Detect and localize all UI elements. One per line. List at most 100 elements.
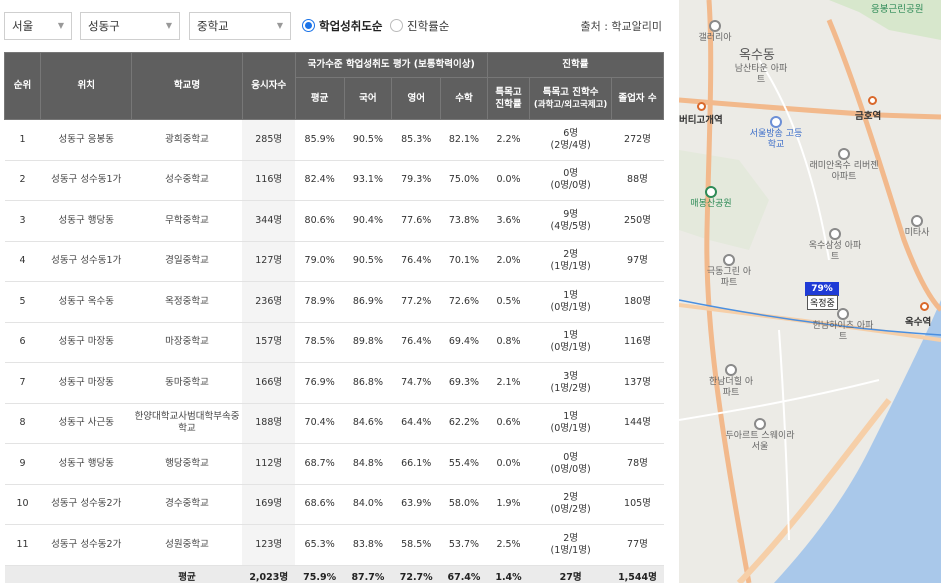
- chevron-down-icon: ▼: [276, 21, 283, 30]
- region-select[interactable]: 서울 ▼: [4, 12, 72, 40]
- location-cell: 성동구 행당동: [40, 443, 132, 485]
- col-rank: 순위: [3, 52, 42, 120]
- table-row[interactable]: 5 성동구 옥수동 옥정중학교 236명 78.9% 86.9% 77.2% 72.6% 0.5…: [4, 281, 664, 323]
- special-count-cell: 9명 (4명/5명): [529, 200, 612, 242]
- map-poi-namsan-town[interactable]: 남산타운 아파트: [731, 64, 791, 86]
- col-school: 학교명: [131, 52, 243, 120]
- math-cell: 75.0%: [440, 160, 488, 201]
- map-label-oksu-dong: 옥수동: [739, 48, 775, 63]
- map-label-beotigogae-station[interactable]: 버티고개역: [679, 112, 723, 126]
- col-special-count: 특목고 진학수 (과학고/외고국제고): [529, 77, 612, 120]
- table-row[interactable]: 6 성동구 마장동 마장중학교 157명 78.5% 89.8% 76.4% 69.4% 0.8…: [4, 322, 664, 363]
- korean-cell: 90.5%: [344, 119, 392, 161]
- english-cell: 76.4%: [391, 322, 441, 363]
- special-rate-cell: 0.0%: [487, 160, 530, 201]
- apartment-icon: [723, 254, 735, 266]
- building-icon: [754, 418, 766, 430]
- chevron-down-icon: ▼: [165, 21, 172, 30]
- table-row[interactable]: 7 성동구 마장동 동마중학교 166명 76.9% 86.8% 74.7% 69.3% 2.1…: [4, 362, 664, 404]
- col-group-achievement: 국가수준 학업성취도 평가 (보통학력이상): [294, 52, 488, 78]
- korean-cell: 86.8%: [344, 362, 392, 404]
- map-poi-oksu-samsung[interactable]: 옥수삼성 아파트: [807, 228, 863, 263]
- map-poi-galleria[interactable]: 갤러리아: [691, 20, 739, 44]
- avg-cell: 70.4%: [295, 403, 345, 444]
- map-label-geumho-station[interactable]: 금호역: [855, 108, 881, 122]
- apartment-icon: [725, 364, 737, 376]
- map-poi-geukdong-green[interactable]: 극동그린 아파트: [703, 254, 755, 289]
- col-special-rate: 특목고 진학률: [486, 77, 531, 120]
- graduates-cell: 97명: [611, 241, 664, 282]
- english-cell: 63.9%: [391, 484, 441, 525]
- map-poi-raemian-oksu[interactable]: 래미안옥수 리버젠아파트: [809, 148, 879, 183]
- location-cell: 성동구 응봉동: [40, 119, 132, 161]
- graduates-cell: 105명: [611, 484, 664, 525]
- korean-cell: 84.8%: [344, 443, 392, 485]
- apartment-icon: [838, 148, 850, 160]
- map-poi-seoul-broadcasting-hs[interactable]: 서울방송 고등학교: [747, 116, 805, 151]
- location-cell: 성동구 성수동2가: [40, 524, 132, 566]
- school-name-cell: 광희중학교: [131, 119, 243, 161]
- table-row[interactable]: 11 성동구 성수동2가 성원중학교 123명 65.3% 83.8% 58.5% 53.7%…: [4, 524, 664, 566]
- location-cell: 성동구 행당동: [40, 200, 132, 242]
- table-row[interactable]: 9 성동구 행당동 행당중학교 112명 68.7% 84.8% 66.1% 55.4% 0.0…: [4, 443, 664, 485]
- special-rate-cell: 0.0%: [487, 443, 530, 485]
- takers-cell: 127명: [242, 241, 296, 282]
- math-cell: 62.2%: [440, 403, 488, 444]
- rank-cell: 10: [4, 484, 41, 525]
- map-poi-maebongsan-park[interactable]: 매봉산공원: [683, 186, 739, 210]
- location-cell: 성동구 성수동2가: [40, 484, 132, 525]
- graduates-cell: 180명: [611, 281, 664, 323]
- rank-cell: 1: [4, 119, 41, 161]
- col-location: 위치: [40, 52, 133, 120]
- school-name-cell: 성원중학교: [131, 524, 243, 566]
- district-select[interactable]: 성동구 ▼: [80, 12, 180, 40]
- school-name-cell: 경일중학교: [131, 241, 243, 282]
- math-cell: 55.4%: [440, 443, 488, 485]
- table-row[interactable]: 4 성동구 성수동1가 경일중학교 127명 79.0% 90.5% 76.4% 70.1% 2…: [4, 241, 664, 282]
- map-poi-hannam-heights[interactable]: 한남하이츠 아파트: [811, 308, 875, 343]
- special-rate-cell: 0.8%: [487, 322, 530, 363]
- english-cell: 76.4%: [391, 241, 441, 282]
- table-row[interactable]: 2 성동구 성수동1가 성수중학교 116명 82.4% 93.1% 79.3% 75.0% 0…: [4, 160, 664, 201]
- map-poi-hannam-the-hill[interactable]: 한남더힐 아파트: [705, 364, 757, 399]
- avg-cell: 65.3%: [295, 524, 345, 566]
- sort-advancement-radio[interactable]: 진학률순: [390, 18, 449, 34]
- avg-cell: 85.9%: [295, 119, 345, 161]
- rank-cell: 3: [4, 200, 41, 242]
- map-poi-two-apart[interactable]: 두아르트 스웨이라 서울: [725, 418, 795, 453]
- special-count-cell: 2명 (1명/1명): [529, 241, 612, 282]
- korean-cell: 84.6%: [344, 403, 392, 444]
- rank-cell: 11: [4, 524, 41, 566]
- special-count-cell: 1명 (0명/1명): [529, 322, 612, 363]
- avg-cell: 82.4%: [295, 160, 345, 201]
- math-cell: 53.7%: [440, 524, 488, 566]
- math-cell: 82.1%: [440, 119, 488, 161]
- special-count-cell: 2명 (0명/2명): [529, 484, 612, 525]
- table-row[interactable]: 1 성동구 응봉동 광희중학교 285명 85.9% 90.5% 85.3% 82.1% 2.2…: [4, 119, 664, 161]
- english-cell: 66.1%: [391, 443, 441, 485]
- special-count-cell: 6명 (2명/4명): [529, 119, 612, 161]
- math-cell: 58.0%: [440, 484, 488, 525]
- col-graduates: 졸업자 수: [610, 77, 665, 120]
- school-map-marker[interactable]: 79% 옥정중: [805, 282, 841, 310]
- subway-station-icon: [868, 96, 877, 105]
- special-count-cell: 2명 (1명/1명): [529, 524, 612, 566]
- sort-achievement-radio[interactable]: 학업성취도순: [302, 18, 382, 34]
- map-view[interactable]: 응봉근린공원 갤러리아 옥수동 남산타운 아파트 금호역 버티고개역 서울방송 …: [679, 0, 941, 583]
- english-cell: 77.2%: [391, 281, 441, 323]
- level-select[interactable]: 중학교 ▼: [189, 12, 291, 40]
- takers-cell: 169명: [242, 484, 296, 525]
- school-name-cell: 성수중학교: [131, 160, 243, 201]
- special-rate-cell: 1.9%: [487, 484, 530, 525]
- table-row[interactable]: 10 성동구 성수동2가 경수중학교 169명 68.6% 84.0% 63.9% 58.0%…: [4, 484, 664, 525]
- map-poi-mitasa[interactable]: 미타사: [897, 215, 937, 239]
- math-cell: 69.4%: [440, 322, 488, 363]
- table-row[interactable]: 3 성동구 행당동 무학중학교 344명 80.6% 90.4% 77.6% 73.8% 3.6…: [4, 200, 664, 242]
- special-rate-cell: 0.5%: [487, 281, 530, 323]
- rank-cell: 7: [4, 362, 41, 404]
- school-ranking-table: 순위 위치 학교명 응시자수 국가수준 학업성취도 평가 (보통학력이상) 진학…: [3, 52, 665, 583]
- korean-cell: 90.4%: [344, 200, 392, 242]
- map-label-oksu-station[interactable]: 옥수역: [905, 314, 931, 328]
- table-row[interactable]: 8 성동구 사근동 한양대학교사범대학부속중학교 188명 70.4% 84.6% 64.4…: [4, 403, 664, 444]
- location-cell: 성동구 사근동: [40, 403, 132, 444]
